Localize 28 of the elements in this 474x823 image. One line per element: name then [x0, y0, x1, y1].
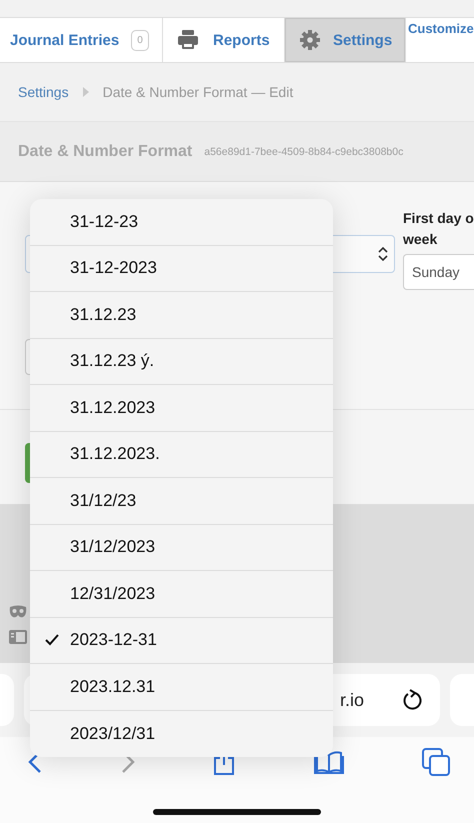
menu-option[interactable]: 2023-12-31 [30, 618, 333, 664]
field-label: First day o week [403, 209, 474, 249]
menu-option[interactable]: 12/31/2023 [30, 571, 333, 618]
menu-option[interactable]: 2023.12.31 [30, 664, 333, 710]
count-badge: 0 [131, 30, 149, 50]
record-id: a56e89d1-7bee-4509-8b84-c9ebc3808b0c [204, 146, 404, 158]
menu-option[interactable]: 31/12/2023 [30, 524, 333, 571]
week-select[interactable]: Sunday [403, 254, 474, 290]
menu-option[interactable]: 31.12.23 ý. [30, 338, 333, 385]
url-text: r.io [340, 690, 364, 710]
menu-option[interactable]: 31/12/23 [30, 478, 333, 524]
menu-option[interactable]: 31-12-23 [30, 199, 333, 246]
printer-icon [177, 29, 199, 51]
breadcrumb-current: Date & Number Format — Edit [102, 84, 294, 100]
caret-icon [82, 87, 89, 97]
settings-icon [299, 29, 321, 51]
tabs-icon[interactable] [422, 748, 450, 776]
menu-option[interactable]: 31.12.2023 [30, 385, 333, 432]
chevron-updown-icon [378, 247, 388, 261]
menu-option[interactable]: 2023/12/31 [30, 710, 333, 757]
menu-option[interactable]: 31-12-2023 [30, 246, 333, 292]
menu-option[interactable]: 31.12.23 [30, 292, 333, 338]
menu-option[interactable]: 31.12.2023. [30, 432, 333, 478]
book-icon[interactable] [314, 750, 344, 774]
sidebar-icon[interactable] [8, 629, 28, 645]
mask-icon[interactable] [8, 605, 28, 619]
breadcrumb-link[interactable]: Settings [18, 84, 69, 100]
page-title: Date & Number Format [18, 142, 192, 160]
